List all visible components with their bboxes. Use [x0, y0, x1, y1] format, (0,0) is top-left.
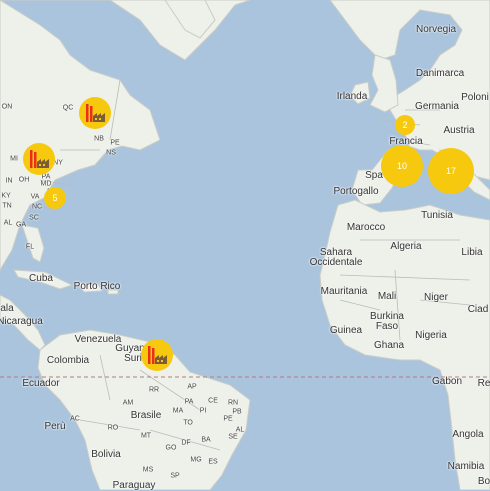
label-ac: AC — [70, 415, 80, 423]
label-ciad: Ciad — [467, 304, 489, 315]
label-md: MD — [40, 180, 52, 188]
label-algeria: Algeria — [390, 241, 422, 252]
label-oh: OH — [18, 176, 30, 184]
label-austria: Austria — [443, 125, 475, 136]
label-rn: RN — [227, 399, 239, 407]
factory-marker-great-lakes[interactable] — [23, 143, 55, 175]
label-suriname: Suri — [124, 353, 142, 364]
label-marocco: Marocco — [346, 222, 386, 233]
label-rep: Re — [477, 378, 490, 389]
factory-marker-quebec[interactable] — [79, 97, 111, 129]
label-pb: PB — [232, 408, 242, 416]
label-ns: NS — [106, 149, 116, 157]
label-norvegia: Norvegia — [415, 24, 457, 35]
label-porto-rico: Porto Rico — [73, 281, 121, 292]
label-portogallo: Portogallo — [333, 186, 379, 197]
label-ghana: Ghana — [373, 340, 405, 351]
label-fl: FL — [25, 243, 35, 251]
label-danimarca: Danimarca — [415, 68, 465, 79]
label-namibia: Namibia — [447, 461, 485, 472]
label-ap: AP — [187, 383, 197, 391]
label-angola: Angola — [452, 429, 484, 440]
label-go: GO — [165, 444, 177, 452]
label-mg: MG — [190, 456, 202, 464]
label-burkina: Burkina Faso — [370, 311, 404, 332]
label-am: AM — [122, 399, 134, 407]
label-ma: MA — [172, 407, 184, 415]
label-df: DF — [181, 439, 191, 447]
label-spagna: Spa — [365, 170, 383, 181]
cluster-marker-italy[interactable]: 17 — [428, 148, 474, 194]
label-brasile: Brasile — [130, 410, 162, 421]
label-mauritania: Mauritania — [320, 286, 368, 297]
label-mali: Mali — [377, 291, 397, 302]
label-ala: ala — [0, 303, 14, 314]
label-nicaragua: Nicaragua — [0, 316, 43, 327]
label-al-br: AL — [235, 426, 245, 434]
label-tunisia: Tunisia — [421, 210, 453, 221]
label-es: ES — [208, 458, 218, 466]
label-nigeria: Nigeria — [415, 330, 447, 341]
label-ba: BA — [201, 436, 211, 444]
label-polonia: Poloni — [461, 92, 489, 103]
label-bolivia: Bolivia — [91, 449, 121, 460]
factory-icon — [86, 104, 105, 122]
label-nc: NC — [31, 203, 43, 211]
label-gabon: Gabon — [431, 376, 463, 387]
label-qc: QC — [62, 104, 74, 112]
label-pi: PI — [199, 407, 207, 415]
label-sc: SC — [29, 214, 39, 222]
label-peru: Perù — [44, 421, 66, 432]
label-colombia: Colombia — [46, 355, 90, 366]
label-sp: SP — [170, 472, 180, 480]
label-mt: MT — [140, 432, 152, 440]
label-pa-br: PA — [184, 398, 194, 406]
factory-icon — [148, 346, 167, 364]
label-sahara: Sahara Occidentale — [309, 247, 363, 268]
cluster-marker-spain[interactable]: 10 — [381, 145, 423, 187]
label-pe-br: PE — [223, 415, 233, 423]
label-to: TO — [183, 419, 193, 427]
label-se: SE — [228, 433, 238, 441]
label-guinea: Guinea — [329, 325, 363, 336]
label-al: AL — [3, 219, 13, 227]
label-nb: NB — [94, 135, 104, 143]
label-ce: CE — [208, 397, 218, 405]
factory-icon — [30, 150, 49, 168]
label-in: IN — [5, 177, 13, 185]
label-germania: Germania — [415, 101, 459, 112]
label-ky: KY — [1, 192, 11, 200]
label-ga: GA — [15, 221, 27, 229]
label-ms: MS — [142, 466, 154, 474]
label-niger: Niger — [424, 292, 448, 303]
label-bo: Bo — [477, 476, 490, 487]
label-cuba: Cuba — [29, 273, 53, 284]
label-mi: MI — [10, 155, 18, 163]
factory-marker-suriname[interactable] — [141, 339, 173, 371]
label-va: VA — [30, 193, 40, 201]
cluster-marker-france[interactable]: 2 — [395, 115, 415, 135]
label-ecuador: Ecuador — [22, 378, 60, 389]
label-ro: RO — [107, 424, 119, 432]
label-pa: PA — [41, 173, 51, 181]
label-tn: TN — [2, 202, 12, 210]
cluster-marker-us-east[interactable]: 5 — [44, 187, 66, 209]
label-pe: PE — [110, 139, 120, 147]
label-libia: Libia — [461, 247, 483, 258]
label-irlanda: Irlanda — [336, 91, 368, 102]
label-on: ON — [1, 103, 13, 111]
label-rr: RR — [148, 386, 160, 394]
